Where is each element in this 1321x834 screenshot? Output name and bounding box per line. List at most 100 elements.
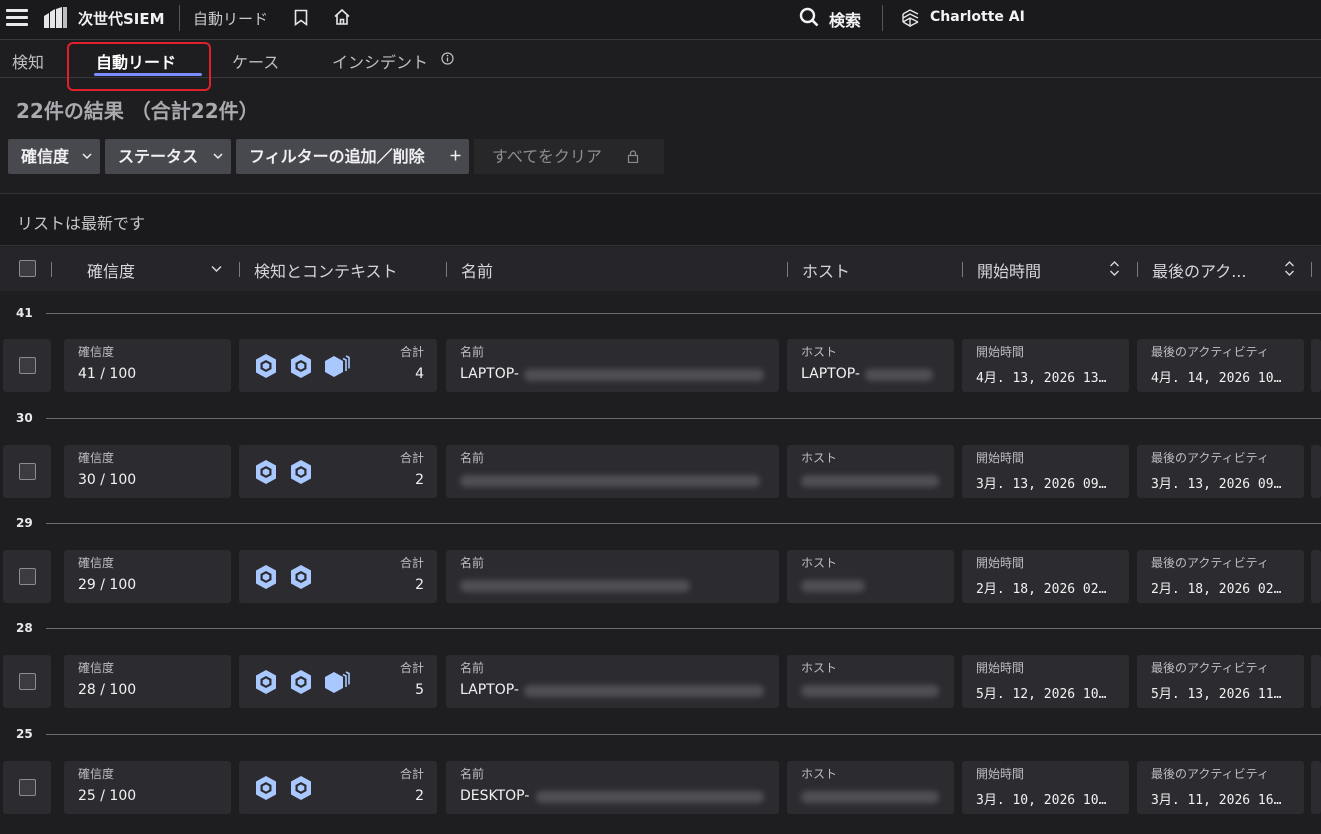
context-stack-icon[interactable] — [323, 669, 351, 695]
name-cell[interactable]: 名前 DESKTOP- — [446, 761, 779, 814]
menu-icon[interactable] — [6, 9, 28, 27]
name-cell[interactable]: 名前 LAPTOP- — [446, 655, 779, 708]
total-label: 合計 — [399, 345, 424, 359]
name-value: DESKTOP- — [460, 788, 530, 804]
row-checkbox[interactable] — [19, 357, 36, 374]
start-time-cell[interactable]: 開始時間 2月. 18, 2026 02… — [962, 550, 1129, 603]
name-cell[interactable]: 名前 — [446, 445, 779, 498]
row-checkbox-cell — [3, 550, 51, 603]
select-all-checkbox[interactable] — [19, 260, 36, 277]
detections-cell[interactable]: 合計 4 — [239, 339, 437, 392]
detections-cell[interactable]: 合計 2 — [239, 761, 437, 814]
detections-cell[interactable]: 合計 5 — [239, 655, 437, 708]
charlotte-ai-icon[interactable] — [900, 7, 921, 28]
detection-hex-icon[interactable] — [289, 564, 313, 590]
add-remove-filter-label: フィルターの追加／削除 — [249, 147, 425, 166]
host-cell[interactable]: ホスト — [787, 445, 954, 498]
confidence-value: 29 / 100 — [78, 577, 137, 593]
row-checkbox[interactable] — [19, 463, 36, 480]
start-time-cell[interactable]: 開始時間 3月. 10, 2026 10… — [962, 761, 1129, 814]
confidence-cell[interactable]: 確信度 29 / 100 — [64, 550, 231, 603]
falcon-logo-icon[interactable] — [42, 6, 68, 30]
confidence-cell[interactable]: 確信度 25 / 100 — [64, 761, 231, 814]
start-time-value: 3月. 13, 2026 09… — [976, 477, 1107, 492]
last-activity-cell[interactable]: 最後のアクティビティ 2月. 18, 2026 02… — [1137, 550, 1304, 603]
search-icon[interactable] — [799, 7, 819, 27]
last-activity-cell[interactable]: 最後のアクティビティ 4月. 14, 2026 10… — [1137, 339, 1304, 392]
row-checkbox-cell — [3, 655, 51, 708]
detections-cell[interactable]: 合計 2 — [239, 550, 437, 603]
detection-hex-icon[interactable] — [254, 669, 278, 695]
breadcrumb[interactable]: 自動リード — [193, 8, 268, 29]
confidence-filter-button[interactable]: 確信度 — [8, 139, 100, 174]
start-time-cell[interactable]: 開始時間 4月. 13, 2026 13… — [962, 339, 1129, 392]
column-header-name[interactable]: 名前 — [461, 258, 493, 282]
redacted-text — [524, 369, 764, 381]
add-remove-filter-button[interactable]: フィルターの追加／削除 — [236, 139, 469, 174]
start-time-cell[interactable]: 開始時間 5月. 12, 2026 10… — [962, 655, 1129, 708]
detections-cell[interactable]: 合計 2 — [239, 445, 437, 498]
detection-hex-icon[interactable] — [254, 353, 278, 379]
name-cell[interactable]: 名前 LAPTOP- — [446, 339, 779, 392]
search-label[interactable]: 検索 — [829, 7, 861, 31]
group-score-label: 28 — [16, 621, 33, 635]
host-cell[interactable]: ホスト — [787, 550, 954, 603]
detection-hex-icon[interactable] — [254, 775, 278, 801]
confidence-cell[interactable]: 確信度 30 / 100 — [64, 445, 231, 498]
row-checkbox[interactable] — [19, 568, 36, 585]
list-status-text: リストは最新です — [17, 214, 146, 233]
confidence-cell[interactable]: 確信度 41 / 100 — [64, 339, 231, 392]
charlotte-ai-button[interactable]: Charlotte AI — [930, 9, 1025, 25]
confidence-value: 30 / 100 — [78, 472, 137, 488]
confidence-cell[interactable]: 確信度 28 / 100 — [64, 655, 231, 708]
start-time-cell[interactable]: 開始時間 3月. 13, 2026 09… — [962, 445, 1129, 498]
detection-hex-icon[interactable] — [254, 459, 278, 485]
name-label: 名前 — [460, 661, 485, 675]
status-filter-button[interactable]: ステータス — [105, 139, 231, 174]
total-value: 4 — [415, 366, 424, 382]
column-header-confidence[interactable]: 確信度 — [87, 258, 135, 282]
redacted-text — [536, 791, 764, 803]
tab-incidents[interactable]: インシデント — [332, 49, 428, 73]
start-time-value: 5月. 12, 2026 10… — [976, 687, 1107, 702]
sort-icon[interactable] — [1109, 260, 1120, 277]
host-label: ホスト — [801, 556, 838, 570]
total-label: 合計 — [399, 767, 424, 781]
row-checkbox[interactable] — [19, 673, 36, 690]
detection-hex-icon[interactable] — [289, 353, 313, 379]
last-activity-cell[interactable]: 最後のアクティビティ 3月. 11, 2026 16… — [1137, 761, 1304, 814]
column-header-start-time[interactable]: 開始時間 — [977, 258, 1041, 282]
detection-hex-icon[interactable] — [289, 669, 313, 695]
home-icon[interactable] — [333, 8, 351, 26]
column-header-last-activity[interactable]: 最後のアク... — [1152, 258, 1246, 282]
name-cell[interactable]: 名前 — [446, 550, 779, 603]
confidence-label: 確信度 — [78, 451, 115, 465]
info-icon[interactable] — [441, 52, 454, 65]
redacted-text — [524, 685, 764, 697]
sort-icon[interactable] — [1284, 260, 1295, 277]
tab-detections[interactable]: 検知 — [12, 49, 44, 73]
column-header-host[interactable]: ホスト — [802, 258, 850, 282]
redacted-text — [460, 580, 690, 592]
name-label: 名前 — [460, 767, 485, 781]
bookmark-icon[interactable] — [294, 9, 308, 26]
confidence-value: 28 / 100 — [78, 682, 137, 698]
host-cell[interactable]: ホスト LAPTOP- — [787, 339, 954, 392]
host-cell[interactable]: ホスト — [787, 655, 954, 708]
group-divider — [46, 734, 1321, 735]
total-label: 合計 — [399, 451, 424, 465]
context-stack-icon[interactable] — [323, 353, 351, 379]
detection-hex-icon[interactable] — [289, 459, 313, 485]
confidence-label: 確信度 — [78, 661, 115, 675]
chevron-down-icon[interactable] — [211, 265, 222, 273]
last-activity-cell[interactable]: 最後のアクティビティ 5月. 13, 2026 11… — [1137, 655, 1304, 708]
last-activity-cell[interactable]: 最後のアクティビティ 3月. 13, 2026 09… — [1137, 445, 1304, 498]
row-checkbox[interactable] — [19, 779, 36, 796]
column-header-detections[interactable]: 検知とコンテキスト — [254, 258, 398, 282]
host-cell[interactable]: ホスト — [787, 761, 954, 814]
host-value: LAPTOP- — [801, 366, 860, 382]
detection-hex-icon[interactable] — [254, 564, 278, 590]
tab-cases[interactable]: ケース — [232, 49, 279, 73]
redacted-text — [801, 791, 939, 803]
detection-hex-icon[interactable] — [289, 775, 313, 801]
